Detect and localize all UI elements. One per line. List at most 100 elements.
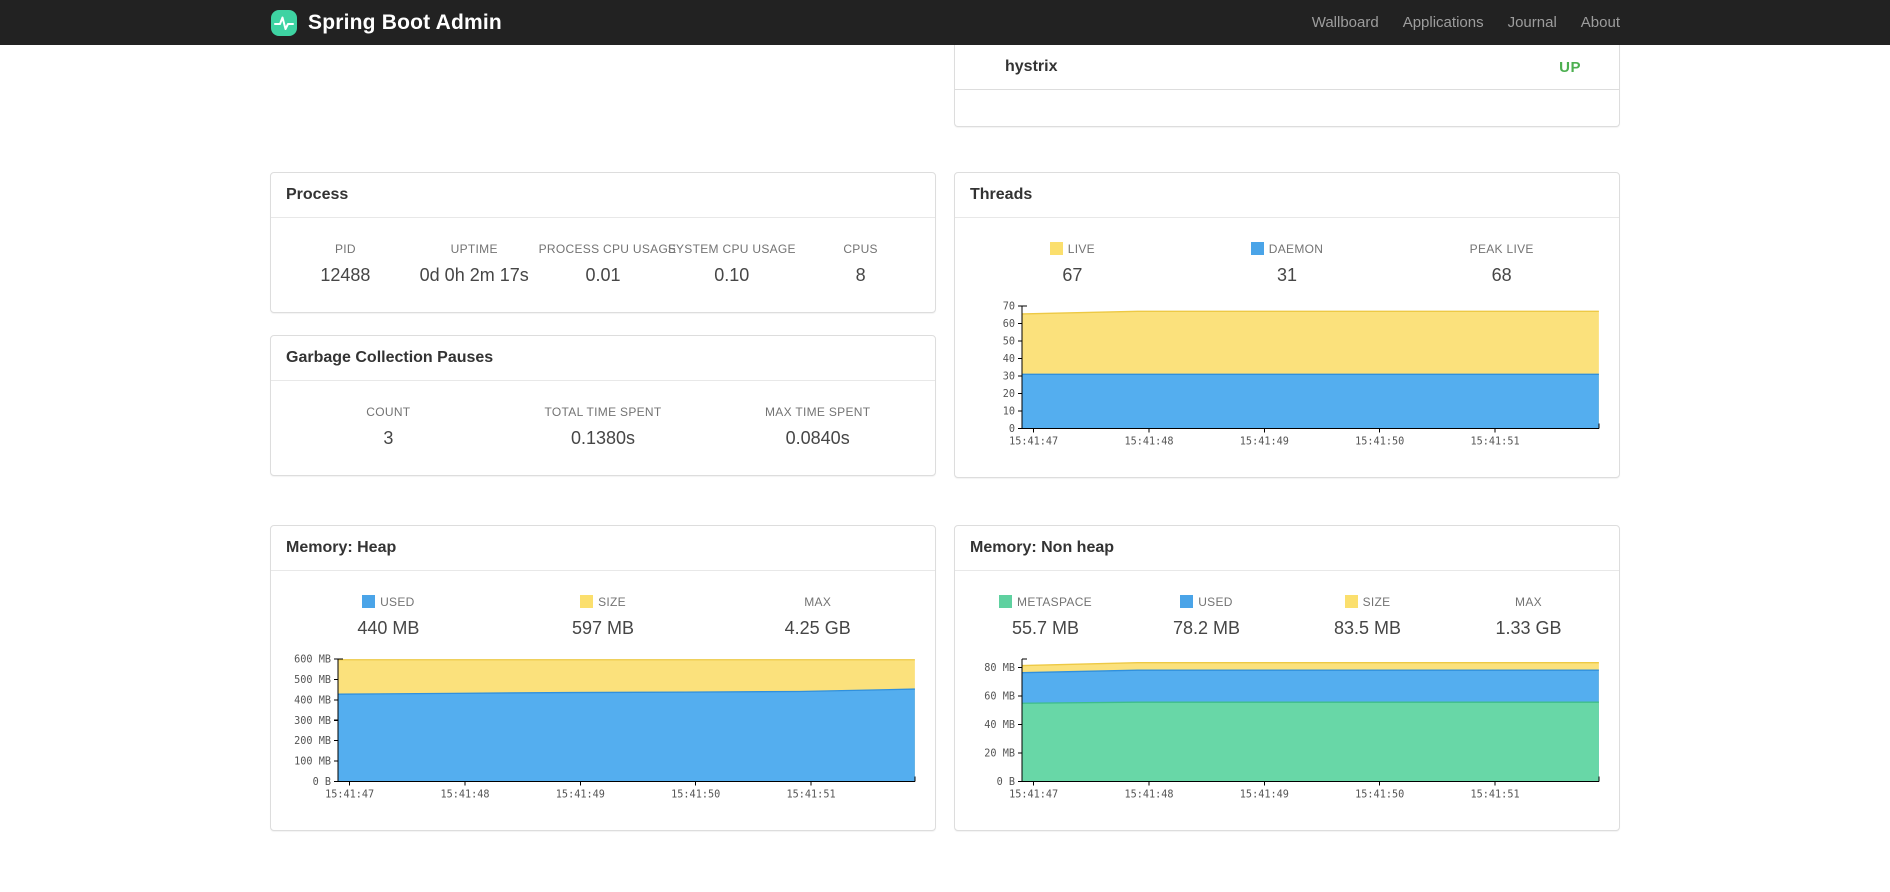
stat-pid: PID 12488 bbox=[281, 242, 410, 286]
brand[interactable]: Spring Boot Admin bbox=[270, 9, 502, 37]
svg-text:15:41:47: 15:41:47 bbox=[1009, 790, 1058, 801]
gc-panel: Garbage Collection Pauses COUNT 3 TOTAL … bbox=[270, 335, 936, 476]
stat-daemon: DAEMON 31 bbox=[1180, 242, 1395, 286]
legend-marker bbox=[1250, 242, 1264, 255]
stat-value: 1.33 GB bbox=[1495, 618, 1562, 639]
stat-max-time-spent: MAX TIME SPENT 0.0840s bbox=[710, 405, 925, 449]
stat-label: PID bbox=[334, 242, 356, 256]
stat-label: TOTAL TIME SPENT bbox=[544, 405, 662, 419]
application-status-panel: hystrix UP bbox=[954, 45, 1620, 127]
stat-cpus: CPUS 8 bbox=[796, 242, 925, 286]
svg-text:15:41:49: 15:41:49 bbox=[1240, 437, 1289, 448]
panel-title: Memory: Heap bbox=[286, 539, 397, 557]
panel-title: Memory: Non heap bbox=[970, 539, 1115, 557]
navbar-inner: Spring Boot Admin Wallboard Applications… bbox=[270, 0, 1620, 45]
stat-value: 0d 0h 2m 17s bbox=[419, 265, 529, 285]
svg-text:60 MB: 60 MB bbox=[984, 692, 1015, 703]
legend-marker bbox=[362, 595, 376, 609]
memory-nonheap-panel-heading: Memory: Non heap bbox=[955, 526, 1619, 572]
stat-value: 0.01 bbox=[585, 265, 621, 285]
legend-marker bbox=[1049, 242, 1063, 255]
stat-value: 440 MB bbox=[357, 618, 420, 639]
application-name-link[interactable]: hystrix bbox=[1005, 58, 1057, 76]
stat-value: 0.10 bbox=[714, 265, 750, 285]
stat-system-cpu-usage: SYSTEM CPU USAGE 0.10 bbox=[667, 242, 796, 286]
stat-used: USED 78.2 MB bbox=[1126, 595, 1287, 639]
stat-value: 597 MB bbox=[571, 618, 635, 639]
stat-value: 0.0840s bbox=[785, 428, 850, 448]
svg-text:15:41:49: 15:41:49 bbox=[1240, 790, 1289, 801]
stat-label: SIZE bbox=[1287, 595, 1448, 609]
heap-legend: USED 440 MB SIZE 597 MB MAX 4.25 GB bbox=[271, 571, 935, 649]
stat-value: 31 bbox=[1276, 265, 1298, 285]
stat-size: SIZE 83.5 MB bbox=[1287, 595, 1448, 639]
stat-value: 55.7 MB bbox=[1011, 618, 1080, 639]
stat-max: MAX 4.25 GB bbox=[710, 595, 925, 639]
svg-text:15:41:48: 15:41:48 bbox=[1124, 437, 1173, 448]
stat-label: USED bbox=[281, 595, 496, 609]
stat-live: LIVE 67 bbox=[965, 242, 1180, 286]
svg-text:20: 20 bbox=[1003, 389, 1015, 400]
gc-stats: COUNT 3 TOTAL TIME SPENT 0.1380s MAX TIM… bbox=[271, 381, 935, 475]
nav-link-about[interactable]: About bbox=[1569, 14, 1620, 31]
stat-label: COUNT bbox=[366, 405, 411, 419]
svg-text:100 MB: 100 MB bbox=[294, 757, 331, 768]
stat-label: MAX bbox=[804, 595, 832, 610]
svg-text:15:41:50: 15:41:50 bbox=[1355, 790, 1404, 801]
stat-value: 67 bbox=[1062, 265, 1083, 285]
svg-text:300 MB: 300 MB bbox=[294, 716, 331, 727]
nav-link-wallboard[interactable]: Wallboard bbox=[1300, 14, 1391, 31]
stat-process-cpu-usage: PROCESS CPU USAGE 0.01 bbox=[538, 242, 677, 286]
svg-text:50: 50 bbox=[1003, 337, 1015, 348]
svg-text:40 MB: 40 MB bbox=[984, 720, 1015, 731]
stat-size: SIZE 597 MB bbox=[496, 595, 711, 639]
page-content: hystrix UP Process PID 12488 UPTIME 0d 0… bbox=[270, 45, 1620, 832]
threads-panel-heading: Threads bbox=[955, 173, 1619, 218]
legend-marker bbox=[580, 595, 594, 609]
stat-label: SYSTEM CPU USAGE bbox=[667, 242, 796, 256]
stat-value: 78.2 MB bbox=[1172, 618, 1241, 639]
svg-text:0: 0 bbox=[1009, 424, 1015, 435]
nav-link-journal[interactable]: Journal bbox=[1496, 14, 1569, 31]
svg-text:15:41:47: 15:41:47 bbox=[325, 790, 374, 801]
process-panel-heading: Process bbox=[271, 173, 935, 218]
stat-label: USED bbox=[1126, 595, 1287, 609]
process-panel: Process PID 12488 UPTIME 0d 0h 2m 17s PR… bbox=[270, 172, 936, 313]
stat-value: 83.5 MB bbox=[1333, 618, 1402, 639]
status-badge: UP bbox=[1559, 58, 1581, 76]
svg-text:15:41:47: 15:41:47 bbox=[1009, 437, 1058, 448]
gc-panel-heading: Garbage Collection Pauses bbox=[271, 336, 935, 381]
stat-label: METASPACE bbox=[965, 595, 1126, 609]
panel-title: Garbage Collection Pauses bbox=[286, 349, 494, 366]
stat-value: 4.25 GB bbox=[784, 618, 851, 639]
threads-chart: 0 10 20 30 40 50 60 70 15:41:47 15:41:48 15:41:49 1… bbox=[955, 296, 1619, 477]
svg-text:40: 40 bbox=[1003, 354, 1015, 365]
spring-boot-admin-logo-icon bbox=[271, 9, 297, 36]
stat-label: PROCESS CPU USAGE bbox=[538, 242, 677, 256]
top-navbar: Spring Boot Admin Wallboard Applications… bbox=[0, 0, 1890, 45]
application-panel-footer bbox=[955, 90, 1619, 126]
stat-value: 3 bbox=[383, 428, 394, 448]
svg-text:15:41:48: 15:41:48 bbox=[440, 790, 489, 801]
stat-label: SIZE bbox=[496, 595, 711, 609]
nav-links: Wallboard Applications Journal About bbox=[1300, 14, 1620, 31]
nav-link-applications[interactable]: Applications bbox=[1391, 14, 1496, 31]
svg-text:0 B: 0 B bbox=[313, 777, 331, 788]
stat-max: MAX 1.33 GB bbox=[1448, 595, 1609, 639]
memory-nonheap-panel: Memory: Non heap METASPACE 55.7 MB USED … bbox=[954, 525, 1620, 832]
stat-value: 68 bbox=[1491, 265, 1512, 285]
memory-nonheap-chart: 0 B 20 MB 40 MB 60 MB 80 MB 15:41:47 15:41:48 1… bbox=[955, 649, 1619, 830]
svg-text:10: 10 bbox=[1003, 406, 1015, 417]
svg-text:600 MB: 600 MB bbox=[294, 655, 331, 666]
svg-text:15:41:51: 15:41:51 bbox=[787, 790, 836, 801]
legend-marker bbox=[999, 595, 1013, 609]
stat-label: CPUS bbox=[843, 242, 878, 256]
svg-text:0 B: 0 B bbox=[997, 777, 1015, 788]
svg-text:200 MB: 200 MB bbox=[294, 736, 331, 747]
memory-heap-chart: 0 B 100 MB 200 MB 300 MB 400 MB 500 MB 600 MB 1… bbox=[271, 649, 935, 830]
stat-label: LIVE bbox=[965, 242, 1180, 256]
threads-panel: Threads LIVE 67 DAEMON 31 PEAK LIVE 68 0… bbox=[954, 172, 1620, 479]
svg-text:15:41:51: 15:41:51 bbox=[1471, 790, 1520, 801]
brand-title[interactable]: Spring Boot Admin bbox=[308, 11, 502, 35]
stat-label: UPTIME bbox=[450, 242, 498, 256]
